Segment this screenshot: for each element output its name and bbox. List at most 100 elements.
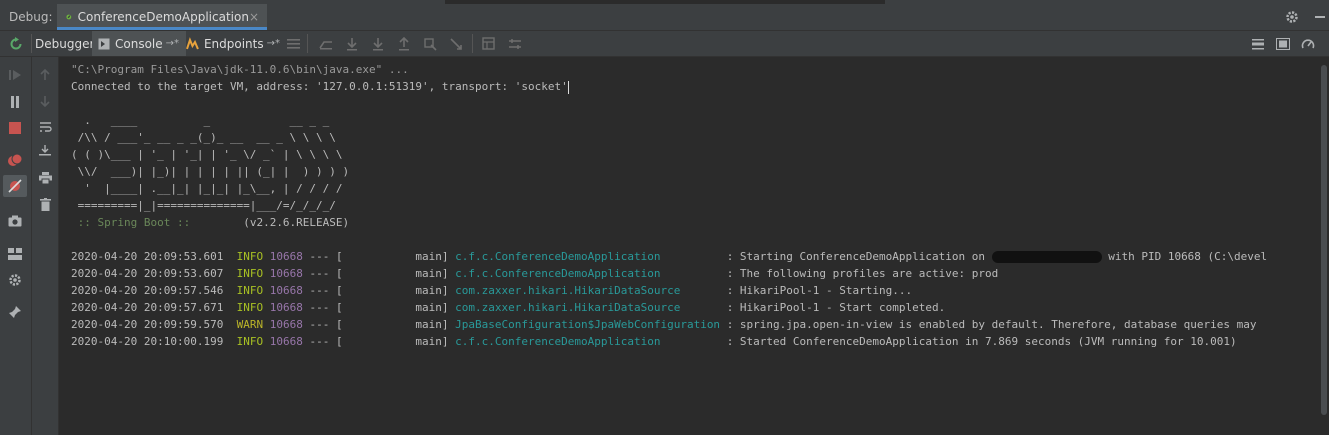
spring-boot-version-line: :: Spring Boot :: (v2.2.6.RELEASE) bbox=[71, 214, 350, 231]
step-over-icon[interactable] bbox=[343, 35, 360, 52]
console-line-connected: Connected to the target VM, address: '12… bbox=[71, 78, 569, 95]
log-pid: 10668 bbox=[269, 318, 303, 331]
log-pid: 10668 bbox=[269, 301, 303, 314]
resume-icon[interactable] bbox=[5, 65, 25, 85]
log-level: INFO bbox=[236, 335, 264, 348]
log-message: : Starting ConferenceDemoApplication on bbox=[726, 250, 992, 263]
show-execution-point-icon[interactable] bbox=[317, 35, 334, 52]
console-icon bbox=[98, 38, 110, 49]
log-message-continued: with PID 10668 (C:\devel bbox=[1101, 250, 1268, 263]
text-cursor bbox=[567, 80, 569, 94]
stop-icon[interactable] bbox=[5, 118, 25, 138]
camera-icon[interactable] bbox=[5, 211, 25, 231]
log-pid: 10668 bbox=[269, 284, 303, 297]
up-stack-icon[interactable] bbox=[35, 65, 55, 85]
scrollbar-thumb[interactable] bbox=[1321, 65, 1327, 415]
console-side-toolbar bbox=[32, 57, 59, 435]
log-timestamp: 2020-04-20 20:09:59.570 bbox=[71, 318, 224, 331]
tab-endpoints-pin: →* bbox=[266, 38, 280, 49]
drop-frame-icon[interactable] bbox=[421, 35, 438, 52]
log-logger: com.zaxxer.hikari.HikariDataSource bbox=[455, 284, 727, 297]
print-icon[interactable] bbox=[35, 168, 55, 188]
banner-line: . ____ _ __ _ _ bbox=[71, 114, 330, 127]
mute-breakpoints-icon[interactable] bbox=[3, 175, 27, 197]
spring-boot-icon bbox=[66, 14, 72, 20]
debug-label: Debug: bbox=[9, 10, 53, 24]
log-pid: 10668 bbox=[269, 267, 303, 280]
log-timestamp: 2020-04-20 20:09:57.671 bbox=[71, 301, 224, 314]
tab-console[interactable]: Console →* bbox=[92, 31, 186, 56]
soft-wrap-icon[interactable] bbox=[35, 117, 55, 137]
view-breakpoints-icon[interactable] bbox=[5, 150, 25, 170]
evaluate-expression-icon[interactable] bbox=[480, 35, 497, 52]
layout-icon[interactable] bbox=[5, 244, 25, 264]
banner-line: \\/ ___)| |_)| | | | | || (_| | ) ) ) ) bbox=[71, 165, 350, 178]
tab-endpoints-label: Endpoints bbox=[203, 36, 264, 51]
console-output[interactable]: "C:\Program Files\Java\jdk-11.0.6\bin\ja… bbox=[59, 57, 1329, 435]
log-message: : HikariPool-1 - Starting... bbox=[726, 284, 913, 297]
log-logger: com.zaxxer.hikari.HikariDataSource bbox=[455, 301, 727, 314]
log-message: : spring.jpa.open-in-view is enabled by … bbox=[726, 318, 1257, 331]
tab-console-pin: →* bbox=[165, 38, 180, 49]
spring-boot-label: :: Spring Boot :: bbox=[71, 216, 197, 229]
down-stack-icon[interactable] bbox=[35, 91, 55, 111]
banner-line: ' |____| .__|_| |_|_| |_\__, | / / / / bbox=[71, 182, 343, 195]
hide-icon[interactable] bbox=[1311, 8, 1329, 26]
banner-line: ( ( )\___ | '_ | '_| | '_ \/ _` | \ \ \ … bbox=[71, 148, 343, 161]
endpoints-icon bbox=[186, 37, 199, 50]
log-pid: 10668 bbox=[269, 250, 303, 263]
log-thread: --- [ main] bbox=[302, 335, 456, 348]
step-into-icon[interactable] bbox=[369, 35, 386, 52]
debug-tool-window-header: Debug: ConferenceDemoApplication × bbox=[0, 4, 1329, 31]
trash-icon[interactable] bbox=[35, 194, 55, 214]
scroll-to-end-icon[interactable] bbox=[35, 141, 55, 161]
performance-icon[interactable] bbox=[1299, 35, 1316, 52]
log-message: : The following profiles are active: pro… bbox=[726, 267, 999, 280]
log-line: 2020-04-20 20:10:00.199 INFO 10668 --- [… bbox=[71, 333, 1237, 350]
debug-side-toolbar bbox=[0, 57, 32, 435]
log-line: 2020-04-20 20:09:53.607 INFO 10668 --- [… bbox=[71, 265, 998, 282]
tab-console-label: Console bbox=[115, 36, 163, 51]
log-thread: --- [ main] bbox=[302, 318, 456, 331]
log-timestamp: 2020-04-20 20:09:53.607 bbox=[71, 267, 224, 280]
close-icon[interactable]: × bbox=[249, 10, 259, 24]
tab-endpoints[interactable]: Endpoints →* bbox=[186, 31, 280, 56]
tab-debugger[interactable]: Debugger bbox=[35, 31, 94, 56]
vertical-scrollbar[interactable] bbox=[1317, 57, 1329, 435]
pause-icon[interactable] bbox=[5, 92, 25, 112]
log-thread: --- [ main] bbox=[302, 250, 456, 263]
active-tab-indicator bbox=[57, 27, 267, 30]
run-to-cursor-icon[interactable] bbox=[447, 35, 464, 52]
tab-label: ConferenceDemoApplication bbox=[77, 10, 249, 24]
settings-gear-icon[interactable] bbox=[1283, 8, 1301, 26]
tab-conference-demo-application[interactable]: ConferenceDemoApplication × bbox=[57, 4, 267, 30]
layout-icon[interactable] bbox=[1274, 35, 1291, 52]
log-logger: JpaBaseConfiguration$JpaWebConfiguration bbox=[455, 318, 727, 331]
log-line: 2020-04-20 20:09:57.546 INFO 10668 --- [… bbox=[71, 282, 912, 299]
log-thread: --- [ main] bbox=[302, 284, 456, 297]
step-out-icon[interactable] bbox=[395, 35, 412, 52]
debug-toolbar: Debugger Console →* Endpoints →* bbox=[0, 31, 1329, 57]
menu-icon[interactable] bbox=[285, 35, 302, 52]
log-timestamp: 2020-04-20 20:10:00.199 bbox=[71, 335, 224, 348]
log-thread: --- [ main] bbox=[302, 267, 456, 280]
log-line: 2020-04-20 20:09:59.570 WARN 10668 --- [… bbox=[71, 316, 1257, 333]
rerun-icon[interactable] bbox=[8, 36, 24, 52]
settings-icon[interactable] bbox=[5, 270, 25, 290]
log-timestamp: 2020-04-20 20:09:53.601 bbox=[71, 250, 224, 263]
log-thread: --- [ main] bbox=[302, 301, 456, 314]
trace-icon[interactable] bbox=[506, 35, 523, 52]
log-timestamp: 2020-04-20 20:09:57.546 bbox=[71, 284, 224, 297]
threads-icon[interactable] bbox=[1249, 35, 1266, 52]
log-logger: c.f.c.ConferenceDemoApplication bbox=[455, 250, 727, 263]
log-level: INFO bbox=[236, 250, 264, 263]
pin-icon[interactable] bbox=[5, 302, 25, 322]
log-level: INFO bbox=[236, 284, 264, 297]
log-logger: c.f.c.ConferenceDemoApplication bbox=[455, 267, 727, 280]
log-line: 2020-04-20 20:09:53.601 INFO 10668 --- [… bbox=[71, 248, 1267, 265]
log-line: 2020-04-20 20:09:57.671 INFO 10668 --- [… bbox=[71, 299, 945, 316]
console-line-connected-text: Connected to the target VM, address: '12… bbox=[71, 80, 568, 93]
log-message: : Started ConferenceDemoApplication in 7… bbox=[726, 335, 1237, 348]
tab-debugger-label: Debugger bbox=[35, 36, 95, 51]
banner-line: /\\ / ___'_ __ _ _(_)_ __ __ _ \ \ \ \ bbox=[71, 131, 336, 144]
